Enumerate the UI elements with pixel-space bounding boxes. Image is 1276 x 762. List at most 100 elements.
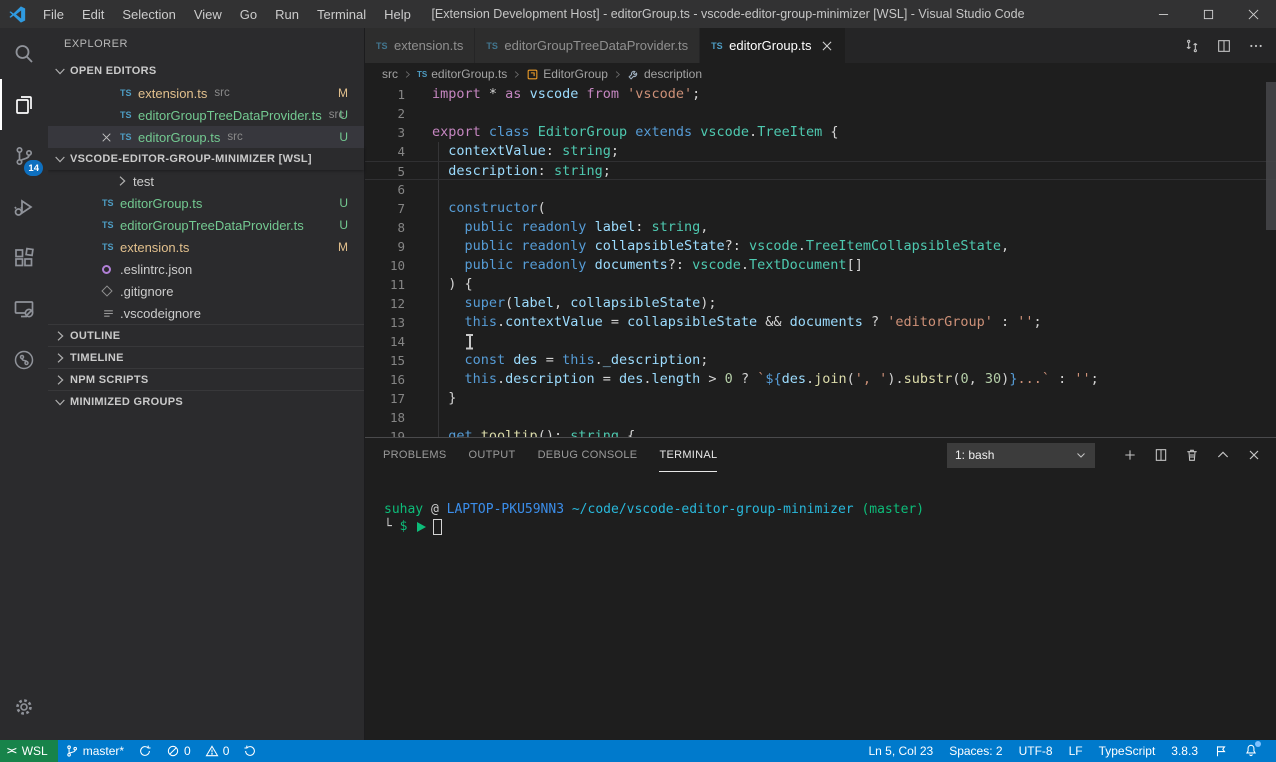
symbol-class-icon [526,68,539,81]
tab-editorGroupTreeDataProvider.ts[interactable]: TSeditorGroupTreeDataProvider.ts [475,28,700,63]
panel-tabs: PROBLEMS OUTPUT DEBUG CONSOLE TERMINAL [383,438,739,472]
status-spaces-2[interactable]: Spaces: 2 [941,744,1010,758]
status-label: LF [1069,744,1083,758]
indent-guide [438,389,439,408]
status-ln-5-col-23[interactable]: Ln 5, Col 23 [860,744,941,758]
git-status-badge: M [338,86,348,100]
tab-editorGroup.ts[interactable]: TSeditorGroup.ts [700,28,845,63]
activity-explorer-button[interactable] [0,79,48,130]
code-text: public readonly collapsibleState?: vscod… [432,237,1009,256]
menu-selection[interactable]: Selection [113,0,184,28]
indent-guide [438,370,439,389]
minimized-groups-icon [12,348,36,372]
panel-tab-output[interactable]: OUTPUT [469,438,516,472]
activity-source-control-button[interactable]: 14 [0,130,48,181]
close-editor-button[interactable] [100,129,120,145]
menu-help[interactable]: Help [375,0,420,28]
code-line: 18 [365,408,1276,427]
section-npm-scripts[interactable]: NPM SCRIPTS [48,368,364,390]
file-row[interactable]: .eslintrc.json [48,258,364,280]
activity-settings-button[interactable] [0,681,48,732]
menu-go[interactable]: Go [231,0,266,28]
breadcrumb-item[interactable]: TSeditorGroup.ts [417,67,507,81]
activity-search-button[interactable] [0,28,48,79]
code-line: 17 } [365,389,1276,408]
open-editor-row[interactable]: TSextension.tssrcM [48,82,364,104]
status-3.8.3[interactable]: 3.8.3 [1163,744,1206,758]
split-terminal-icon[interactable] [1153,447,1169,463]
section-timeline[interactable]: TIMELINE [48,346,364,368]
menu-terminal[interactable]: Terminal [308,0,375,28]
terminal-shell-select[interactable]: 1: bash [947,443,1095,468]
git-status-badge: U [339,108,348,122]
ignore-file-icon [102,307,115,320]
panel-tab-debug-console[interactable]: DEBUG CONSOLE [538,438,638,472]
status-sync[interactable] [131,740,159,762]
file-row[interactable]: .gitignore [48,280,364,302]
code-line: 19 get tooltip(): string { [365,427,1276,437]
close-panel-icon[interactable] [1246,447,1262,463]
menu-run[interactable]: Run [266,0,308,28]
close-window-button[interactable] [1231,0,1276,28]
menu-edit[interactable]: Edit [73,0,113,28]
minimize-button[interactable] [1141,0,1186,28]
status-label: Ln 5, Col 23 [868,744,933,758]
kill-terminal-icon[interactable] [1184,447,1200,463]
project-section-header[interactable]: VSCODE-EDITOR-GROUP-MINIMIZER [WSL] [48,148,364,170]
breadcrumb-item[interactable]: EditorGroup [526,67,608,81]
maximize-panel-icon[interactable] [1215,447,1231,463]
maximize-button[interactable] [1186,0,1231,28]
breadcrumb-item[interactable]: description [627,67,702,81]
chevron-down-icon [52,394,68,410]
breadcrumb-item[interactable]: src [382,67,398,81]
activity-bar: 14 [0,28,48,740]
file-row[interactable]: .vscodeignore [48,302,364,324]
status-feedback[interactable] [1206,744,1236,758]
code-line: 2 [365,104,1276,123]
activity-run-debug-button[interactable] [0,181,48,232]
line-number: 15 [365,351,405,370]
file-row[interactable]: TSeditorGroup.tsU [48,192,364,214]
close-tab-icon[interactable] [820,39,834,53]
panel-tab-terminal[interactable]: TERMINAL [659,438,717,472]
status-history[interactable] [236,740,264,762]
status-error[interactable]: 0 [159,740,198,762]
menu-view[interactable]: View [185,0,231,28]
status-warning[interactable]: 0 [198,740,237,762]
remote-indicator[interactable]: >< WSL [0,740,58,762]
line-number: 16 [365,370,405,389]
open-editors-section-header[interactable]: OPEN EDITORS [48,60,364,82]
menu-file[interactable]: File [34,0,73,28]
more-actions-icon[interactable] [1248,38,1264,54]
file-row[interactable]: TSeditorGroupTreeDataProvider.tsU [48,214,364,236]
close-icon [100,131,113,144]
status-branch[interactable]: master* [58,740,131,762]
folder-row[interactable]: test [48,170,364,192]
status-lf[interactable]: LF [1061,744,1091,758]
split-editor-icon[interactable] [1216,38,1232,54]
git-status-badge: U [339,196,348,210]
typescript-file-icon: TS [417,70,427,79]
open-changes-icon[interactable] [1184,38,1200,54]
tab-label: extension.ts [394,38,463,53]
status-utf-8[interactable]: UTF-8 [1011,744,1061,758]
sidebar-title: EXPLORER [48,28,364,60]
section-outline[interactable]: OUTLINE [48,324,364,346]
panel-tab-problems[interactable]: PROBLEMS [383,438,447,472]
new-terminal-icon[interactable] [1122,447,1138,463]
open-editor-row[interactable]: TSeditorGroup.tssrcU [48,126,364,148]
line-number: 2 [365,104,405,123]
code-editor[interactable]: 1import * as vscode from 'vscode';23expo… [365,85,1276,437]
status-bell[interactable] [1236,743,1266,760]
file-row[interactable]: TSextension.tsM [48,236,364,258]
remote-explorer-icon [12,297,36,321]
terminal-output[interactable]: suhay @ LAPTOP-PKU59NN3 ~/code/vscode-ed… [384,501,1266,535]
open-editor-row[interactable]: TSeditorGroupTreeDataProvider.tssrcU [48,104,364,126]
activity-extensions-button[interactable] [0,232,48,283]
tab-extension.ts[interactable]: TSextension.ts [365,28,475,63]
activity-minimized-groups-button[interactable] [0,334,48,385]
status-typescript[interactable]: TypeScript [1091,744,1164,758]
editor-scrollbar[interactable] [1266,82,1276,230]
activity-remote-explorer-button[interactable] [0,283,48,334]
section-minimized-groups[interactable]: MINIMIZED GROUPS [48,390,364,412]
